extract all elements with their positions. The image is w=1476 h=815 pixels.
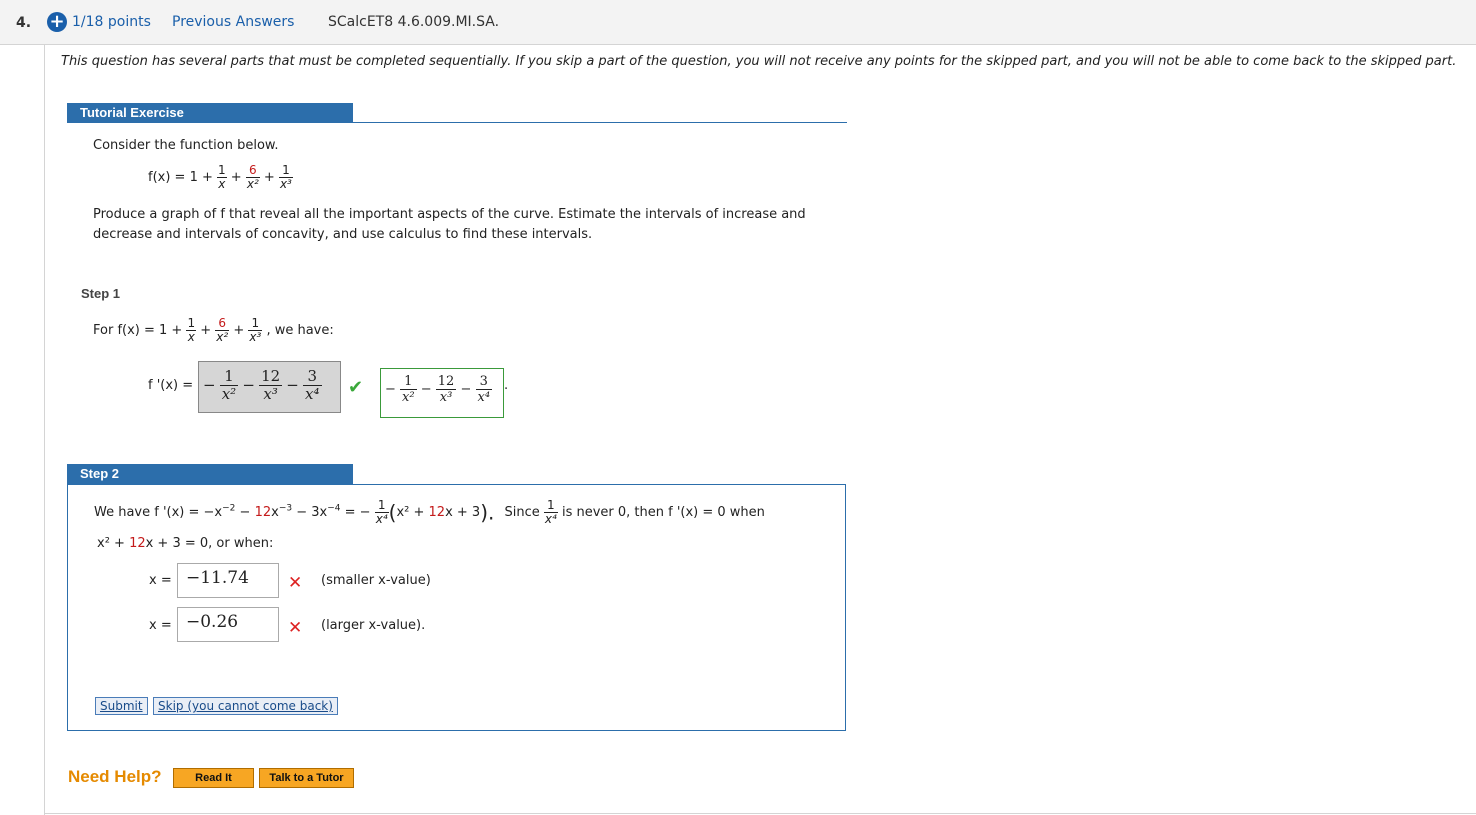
fraction-6-over-x2: 6 x² <box>245 163 260 191</box>
task-line-2: decrease and intervals of concavity, and… <box>93 227 593 242</box>
incorrect-x-icon: ✕ <box>288 618 303 638</box>
step2-quadratic-line: x² + 12x + 3 = 0, or when: <box>97 536 274 551</box>
function-label: f(x) = 1 + <box>148 170 213 185</box>
incorrect-x-icon: ✕ <box>288 573 303 593</box>
fraction-1-over-x: 1x <box>217 163 227 191</box>
question-number: 4. <box>16 15 32 31</box>
intro-text: Consider the function below. <box>93 138 279 153</box>
fraction-1-over-x3: 1 x³ <box>278 163 293 191</box>
submit-button[interactable]: Submit <box>95 697 148 715</box>
fprime-label: f '(x) = <box>148 378 194 393</box>
x2-label: x = <box>149 618 172 633</box>
read-it-button[interactable]: Read It <box>173 768 254 788</box>
previous-answers-link[interactable]: Previous Answers <box>172 14 294 30</box>
skip-button[interactable]: Skip (you cannot come back) <box>153 697 338 715</box>
step2-tab: Step 2 <box>67 464 353 484</box>
correct-answer-box: − 1 x² − 12 x³ − 3 x⁴ <box>380 368 504 418</box>
bottom-divider <box>44 813 1476 814</box>
smaller-x-input[interactable]: −11.74 <box>177 563 279 598</box>
need-help-label: Need Help? <box>68 767 162 786</box>
larger-x-note: (larger x-value). <box>321 618 426 633</box>
step2-derivative-line: We have f '(x) = −x−2 − 12x−3 − 3x−4 = −… <box>94 498 765 526</box>
task-line-1: Produce a graph of f that reveal all the… <box>93 207 806 222</box>
sequential-notice: This question has several parts that mus… <box>61 54 1457 69</box>
fprime-answer-field[interactable]: − 1 x² − 12 x³ − 3 x⁴ <box>198 361 341 413</box>
tutorial-exercise-tab: Tutorial Exercise <box>67 103 353 122</box>
points-link[interactable]: 1/18 points <box>72 14 151 30</box>
larger-x-input[interactable]: −0.26 <box>177 607 279 642</box>
x1-label: x = <box>149 573 172 588</box>
period: . <box>504 378 509 393</box>
question-code: SCalcET8 4.6.009.MI.SA. <box>328 14 500 30</box>
talk-to-tutor-button[interactable]: Talk to a Tutor <box>259 768 354 788</box>
left-divider <box>44 44 45 815</box>
expand-plus-icon[interactable]: + <box>47 12 67 32</box>
correct-check-icon: ✔ <box>348 377 364 398</box>
step1-label: Step 1 <box>81 286 121 301</box>
function-definition: f(x) = 1 + 1x + 6 x² + 1 x³ <box>148 163 293 191</box>
step1-statement: For f(x) = 1 + 1x + 6 x² + 1 x³ , we have: <box>93 316 334 344</box>
smaller-x-note: (smaller x-value) <box>321 573 431 588</box>
tutorial-divider <box>67 122 847 123</box>
